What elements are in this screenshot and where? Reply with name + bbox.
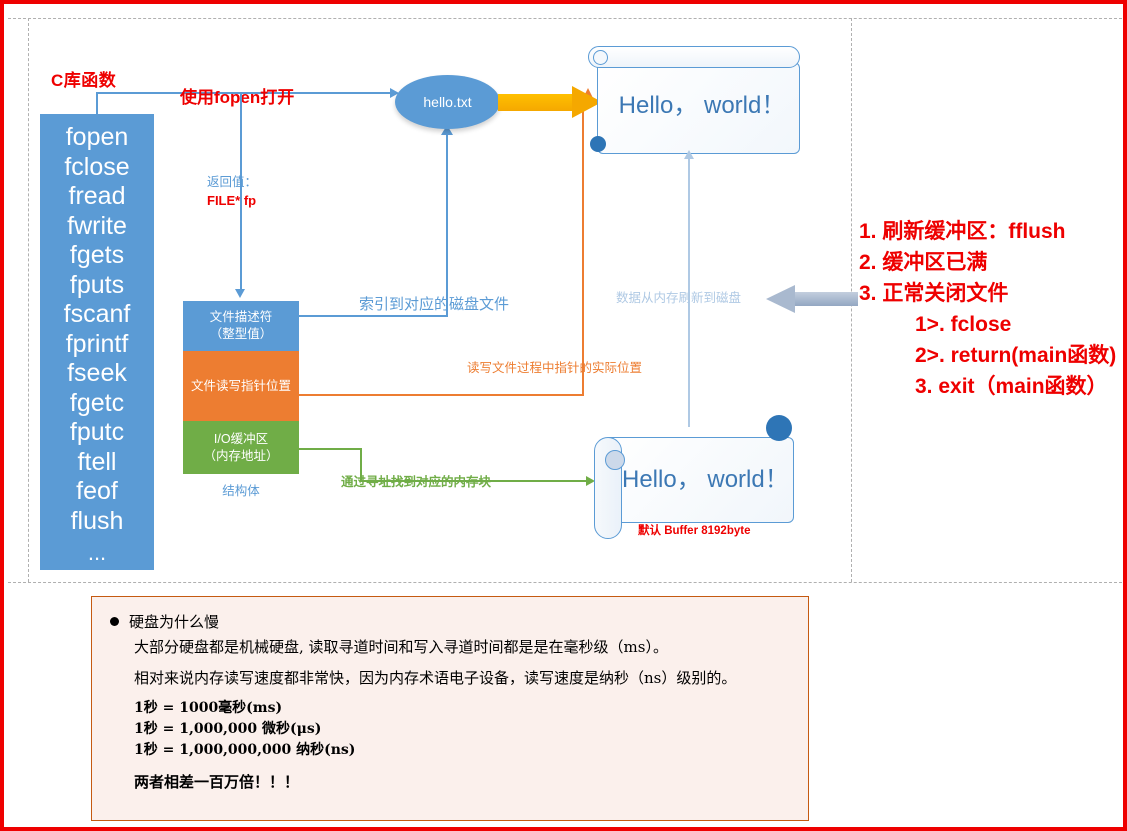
buffer-size-note: 默认 Buffer 8192byte [638,525,751,537]
fopen-connector-vertical [96,92,98,116]
struct-row-label: I/O缓冲区 （内存地址） [203,431,279,463]
index-connector-horizontal [298,315,448,317]
index-label: 索引到对应的磁盘文件 [359,296,510,313]
block-arrow-head [766,285,795,313]
note-box: 硬盘为什么慢 大部分硬盘都是机械硬盘, 读取寻道时间和写入寻道时间都是是在毫秒级… [91,596,809,821]
file-node-label: hello.txt [423,94,472,110]
memory-buffer-text: Hello， world！ [622,466,789,493]
flush-conditions-list: 1. 刷新缓冲区：fflush 2. 缓冲区已满 3. 正常关闭文件 1>. f… [859,216,1116,402]
index-connector-vertical [446,135,448,316]
document-knob-icon [766,415,792,441]
note-equation: 1秒 = 1,000,000 微秒(μs) [134,721,322,737]
flush-condition-sub-item: 1>. fclose [915,313,1012,336]
function-item: fputc [69,418,125,446]
diagram-canvas: C库函数 fopen fclose fread fwrite fgets fpu… [0,0,1127,831]
function-item: flush [70,506,124,535]
block-arrow-shaft [794,292,858,306]
document-roll [588,46,800,68]
guide-line-vertical-left [28,18,29,582]
function-item: fgets [69,241,125,269]
flush-condition-item: 1. 刷新缓冲区：fflush [859,220,1066,243]
return-label-line1: 返回值： [207,175,258,189]
struct-row-io-buffer: I/O缓冲区 （内存地址） [183,421,299,474]
rw-pointer-connector-vertical [582,100,584,395]
flush-condition-item: 3. 正常关闭文件 [859,282,1009,305]
rw-pointer-label: 读写文件过程中指针的实际位置 [467,361,643,375]
write-to-disk-block-arrow [498,86,602,118]
disk-file-document: Hello， world！ [588,46,800,154]
function-item: fprintf [65,329,129,358]
c-library-function-list: fopen fclose fread fwrite fgets fputs fs… [40,114,154,570]
disk-file-text: Hello， world！ [618,92,786,119]
note-heading-row: 硬盘为什么慢 [110,611,788,632]
struct-caption: 结构体 [222,484,260,498]
memory-to-disk-arrowhead [684,150,694,159]
addressing-connector-top [298,448,362,450]
addressing-label: 通过寻址找到对应的内存块 [341,475,492,489]
struct-row-label: 文件读写指针位置 [190,378,291,393]
struct-row-rw-pointer: 文件读写指针位置 [183,351,299,421]
open-label: 使用fopen打开 [180,88,295,107]
struct-row-file-descriptor: 文件描述符 （整型值） [183,301,299,351]
function-item-more: ... [87,540,107,565]
document-knob-icon [590,136,606,152]
return-connector-vertical [240,93,242,289]
note-equation: 1秒 = 1000毫秒(ms) [134,700,283,716]
rw-pointer-connector-horizontal [298,394,584,396]
document-roll [594,437,625,539]
note-conclusion: 两者相差一百万倍！！！ [134,773,300,791]
guide-line-horizontal-bottom [8,582,1123,583]
flush-condition-sub-item: 2>. return(main函数) [915,344,1117,367]
c-library-title: C库函数 [51,71,117,90]
block-arrow-shaft [498,94,574,111]
note-heading: 硬盘为什么慢 [129,613,220,631]
function-item: fread [68,182,126,210]
guide-line-horizontal-top [8,18,1123,19]
flush-trigger-block-arrow [766,285,858,313]
note-equation: 1秒 = 1,000,000,000 纳秒(ns) [134,742,356,758]
function-item: ftell [77,447,117,476]
function-item: feof [76,477,118,505]
document-roll-eye-icon [593,50,608,65]
function-item: fclose [64,152,130,181]
note-paragraph: 大部分硬盘都是机械硬盘, 读取寻道时间和写入寻道时间都是是在毫秒级（ms）。 [134,638,668,656]
function-item: fwrite [67,211,127,240]
function-item: fscanf [63,300,131,328]
function-item: fseek [67,359,127,387]
flush-to-disk-label: 数据从内存刷新到磁盘 [616,291,742,305]
function-item: fputs [69,270,125,299]
function-item: fopen [65,123,129,151]
file-node-ellipse: hello.txt [395,75,500,129]
flush-condition-sub-item: 3. exit（main函数） [915,375,1108,398]
return-label-line2: FILE* fp [207,193,257,208]
struct-row-label: 文件描述符 （整型值） [209,310,273,341]
bullet-icon [110,617,119,626]
return-arrowhead [235,289,245,298]
flush-condition-item: 2. 缓冲区已满 [859,251,988,274]
note-paragraph: 相对来说内存读写速度都非常快，因为内存术语电子设备，读写速度是纳秒（ns）级别的… [134,669,737,687]
function-item: fgetc [69,388,125,417]
